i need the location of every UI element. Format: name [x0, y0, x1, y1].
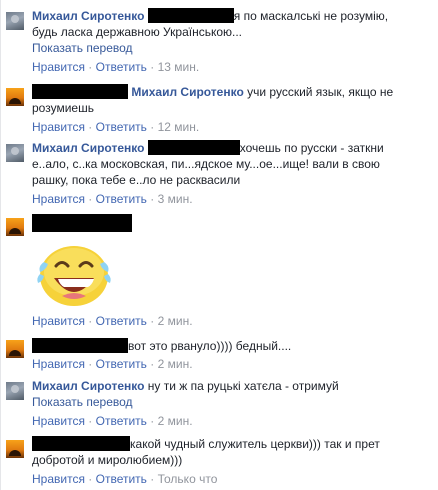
see-translation-link[interactable]: Показать перевод	[32, 40, 432, 56]
separator: ·	[150, 357, 155, 371]
reply-link[interactable]: Ответить	[96, 414, 147, 428]
like-link[interactable]: Нравится	[32, 192, 85, 206]
separator: ·	[150, 60, 155, 74]
laughing-emoji-sticker	[37, 246, 111, 306]
reply-link[interactable]: Ответить	[96, 314, 147, 328]
comment-actions: Нравится · Ответить · 12 мин.	[32, 119, 199, 135]
comment-body: Михаил Сиротенко ну ти ж па руцькі хатєл…	[32, 378, 432, 410]
like-link[interactable]: Нравится	[32, 120, 85, 134]
redacted-name	[32, 214, 132, 232]
avatar[interactable]	[6, 12, 24, 30]
comment-author[interactable]: Михаил Сиротенко	[32, 379, 144, 393]
separator: ·	[150, 414, 155, 428]
reply-link[interactable]: Ответить	[96, 120, 147, 134]
comment-text: хочешь по русски - заткни	[239, 141, 384, 155]
comment-text: какой чудный служитель церкви))) так и п…	[130, 437, 380, 451]
redacted-name	[32, 84, 128, 99]
timestamp[interactable]: 2 мин.	[158, 414, 193, 428]
comment-actions: Нравится · Ответить · 3 мин.	[32, 191, 193, 207]
separator: ·	[88, 357, 93, 371]
comment-actions: Нравится · Ответить · 13 мин.	[32, 59, 199, 75]
separator: ·	[150, 472, 155, 486]
comment-body: Михаил Сиротенко хочешь по русски - затк…	[32, 140, 432, 188]
comment-text: розумиешь	[32, 101, 94, 115]
comment-text: учи русский язык, якщо не	[247, 85, 394, 99]
timestamp[interactable]: 2 мин.	[158, 357, 193, 371]
comment-text: будь ласка державною Українською...	[32, 25, 243, 39]
separator: ·	[150, 314, 155, 328]
separator: ·	[150, 120, 155, 134]
comment-text: я по маскалські не розумію,	[233, 9, 389, 23]
separator: ·	[88, 314, 93, 328]
like-link[interactable]: Нравится	[32, 314, 85, 328]
redacted-name	[32, 338, 128, 353]
separator: ·	[88, 120, 93, 134]
comment-author[interactable]: Михаил Сиротенко	[32, 141, 144, 155]
comment-body: Михаил Сиротенко я по маскалські не розу…	[32, 8, 432, 56]
comment-actions: Нравится · Ответить · 2 мин.	[32, 313, 193, 329]
reply-link[interactable]: Ответить	[96, 60, 147, 74]
separator: ·	[88, 60, 93, 74]
separator: ·	[88, 472, 93, 486]
avatar[interactable]	[6, 340, 24, 358]
avatar[interactable]	[6, 88, 24, 106]
comment-author[interactable]: Михаил Сиротенко	[131, 85, 243, 99]
comment-text: добротой и миролюбием)))	[32, 453, 183, 467]
timestamp[interactable]: 2 мин.	[158, 314, 193, 328]
separator: ·	[88, 414, 93, 428]
like-link[interactable]: Нравится	[32, 60, 85, 74]
redacted-name	[147, 140, 240, 155]
feed-left-border	[0, 0, 1, 490]
redacted-name	[147, 8, 234, 23]
reply-link[interactable]: Ответить	[96, 192, 147, 206]
like-link[interactable]: Нравится	[32, 357, 85, 371]
comment-text: ну ти ж па руцькі хатєла - отримуй	[147, 379, 339, 393]
avatar[interactable]	[6, 382, 24, 400]
comment-body: вот это рвануло)))) бедный....	[32, 338, 432, 354]
avatar[interactable]	[6, 144, 24, 162]
comment-text: вот это рвануло)))) бедный....	[128, 339, 292, 353]
timestamp[interactable]: 3 мин.	[158, 192, 193, 206]
reply-link[interactable]: Ответить	[96, 357, 147, 371]
timestamp[interactable]: 12 мин.	[158, 120, 200, 134]
like-link[interactable]: Нравится	[32, 414, 85, 428]
comment-actions: Нравится · Ответить · 2 мин.	[32, 356, 193, 372]
separator: ·	[88, 192, 93, 206]
see-translation-link[interactable]: Показать перевод	[32, 394, 432, 410]
comment-actions: Нравится · Ответить · Только что	[32, 471, 217, 487]
comment-body: Михаил Сиротенко учи русский язык, якщо …	[32, 84, 432, 116]
avatar[interactable]	[6, 440, 24, 458]
separator: ·	[150, 192, 155, 206]
reply-link[interactable]: Ответить	[96, 472, 147, 486]
comment-text: рашку, пока тебе е..ло не расквасили	[32, 173, 241, 187]
timestamp[interactable]: 13 мин.	[158, 60, 200, 74]
comment-text: е..ало, с..ка московская, пи...ядское му…	[32, 157, 380, 171]
avatar[interactable]	[6, 218, 24, 236]
comment-actions: Нравится · Ответить · 2 мин.	[32, 413, 193, 429]
comment-body	[32, 214, 432, 233]
comment-body: какой чудный служитель церкви))) так и п…	[32, 436, 432, 468]
timestamp[interactable]: Только что	[158, 472, 218, 486]
comment-author[interactable]: Михаил Сиротенко	[32, 9, 144, 23]
redacted-name	[32, 436, 130, 451]
like-link[interactable]: Нравится	[32, 472, 85, 486]
